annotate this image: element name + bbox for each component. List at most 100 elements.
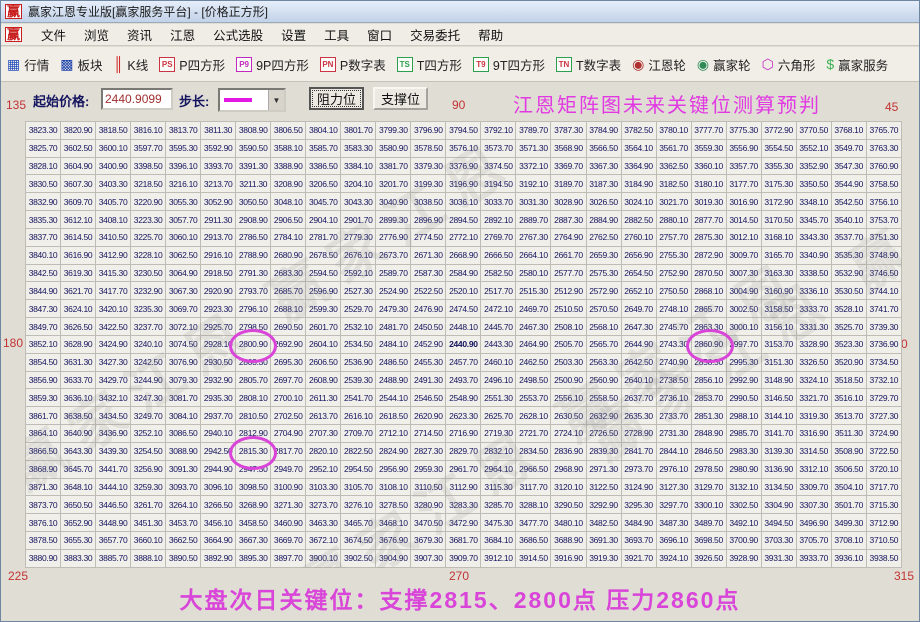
toolbar-button-江恩轮[interactable]: ◉ 江恩轮 [632, 55, 686, 74]
grid-cell: 2988.10 [725, 406, 762, 426]
grid-cell: 2731.30 [655, 424, 692, 443]
ps-square-icon: PS [159, 56, 176, 72]
grid-cell: 2676.10 [340, 245, 377, 265]
grid-cell: 2911.30 [200, 210, 237, 229]
grid-cell: 2760.10 [620, 227, 657, 247]
start-price-input[interactable] [101, 88, 173, 110]
grid-cell: 3544.90 [830, 174, 867, 194]
toolbar-button-9P四方形[interactable]: P9 9P四方形 [236, 55, 309, 74]
start-price-label: 起始价格: [33, 94, 90, 109]
grid-cell: 2524.90 [375, 281, 412, 301]
grid-cell: 2647.30 [620, 317, 657, 336]
grid-cell: 2976.10 [655, 459, 692, 479]
toolbar-button-T四方形[interactable]: TS T四方形 [396, 55, 462, 74]
toolbar-button-T数字表[interactable]: TN T数字表 [555, 55, 621, 74]
grid-cell: 3655.30 [60, 531, 97, 550]
grid-cell: 2536.90 [340, 352, 377, 372]
toolbar-button-板块[interactable]: ▩ 板块 [60, 55, 102, 74]
grid-cell: 3153.70 [760, 334, 797, 354]
grid-cell: 3847.30 [24, 299, 62, 319]
grid-cell: 2596.90 [305, 281, 342, 301]
grid-cell: 3218.50 [130, 174, 167, 194]
grid-cell: 2959.30 [410, 459, 447, 479]
grid-cell: 2692.90 [270, 334, 307, 354]
grid-cell: 3727.30 [865, 406, 903, 426]
grid-cell: 3777.70 [690, 121, 727, 140]
pn-table-icon: PN [319, 56, 336, 72]
grid-cell: 3496.90 [795, 513, 832, 533]
grid-cell: 3196.90 [445, 174, 482, 194]
grid-cell: 3412.90 [95, 245, 132, 265]
grid-cell: 3266.50 [200, 495, 237, 515]
toolbar-button-K线[interactable]: ║ K线 [114, 55, 149, 74]
grid-cell: 3820.90 [60, 121, 97, 140]
grid-cell: 2685.70 [270, 281, 307, 301]
grid-cell: 3288.10 [515, 495, 552, 515]
grid-cell: 3885.70 [95, 548, 132, 569]
grid-cell: 3216.10 [165, 174, 202, 194]
grid-cell: 3084.10 [165, 406, 202, 426]
grid-cell: 3026.50 [585, 192, 622, 212]
grid-cell: 3775.30 [725, 121, 762, 140]
toolbar-button-赢家轮[interactable]: ◉ 赢家轮 [697, 55, 751, 74]
grid-cell: 3720.10 [865, 459, 903, 479]
toolbar-button-六角形[interactable]: ⬡ 六角形 [762, 55, 816, 74]
grid-cell: 3146.50 [760, 388, 797, 408]
menu-item[interactable]: 窗口 [358, 23, 401, 46]
toolbar-button-赢家服务[interactable]: $ 赢家服务 [826, 55, 888, 74]
grid-cell: 2716.90 [445, 424, 482, 443]
toolbar-button-label: 行情 [24, 58, 50, 73]
menu-item[interactable]: 江恩 [161, 23, 204, 46]
grid-cell: 2839.30 [585, 441, 622, 461]
grid-cell: 3804.10 [305, 121, 342, 140]
toolbar-button-9T四方形[interactable]: T9 9T四方形 [472, 55, 545, 74]
grid-cell: 3060.10 [165, 227, 202, 247]
grid-cell: 3621.70 [60, 281, 97, 301]
grid-cell: 3926.50 [690, 548, 727, 569]
menu-item[interactable]: 资讯 [118, 23, 161, 46]
toolbar-button-P数字表[interactable]: PN P数字表 [319, 55, 386, 74]
grid-cell: 3110.50 [410, 477, 447, 497]
menu-item[interactable]: 工具 [315, 23, 358, 46]
grid-cell: 3672.10 [305, 531, 342, 550]
grid-cell: 2877.70 [690, 210, 727, 229]
grid-cell: 3201.70 [375, 174, 412, 194]
step-dropdown[interactable]: ▼ [218, 88, 286, 112]
grid-cell: 3650.50 [60, 495, 97, 515]
grid-cell: 3465.70 [340, 513, 377, 533]
grid-cell: 3756.10 [865, 192, 903, 212]
dropdown-arrow-icon[interactable]: ▼ [268, 90, 284, 110]
grid-cell: 3134.50 [760, 477, 797, 497]
toolbar-button-行情[interactable]: ▦ 行情 [7, 55, 49, 74]
grid-cell: 2452.90 [410, 334, 447, 354]
menu-item[interactable]: 文件 [32, 23, 75, 46]
grid-cell: 2863.30 [690, 317, 727, 336]
grid-cell: 3117.70 [515, 477, 552, 497]
grid-cell: 2589.70 [375, 263, 412, 283]
grid-cell: 3739.30 [865, 317, 903, 336]
support-button[interactable]: 支撑位 [373, 87, 429, 110]
grid-cell: 2971.30 [585, 459, 622, 479]
menu-item[interactable]: 交易委托 [401, 23, 469, 46]
menu-item[interactable]: 公式选股 [204, 23, 272, 46]
grid-cell: 2961.70 [445, 459, 482, 479]
grid-cell: 2529.70 [340, 299, 377, 319]
grid-cell: 3897.70 [270, 548, 307, 569]
grid-cell: 2884.90 [585, 210, 622, 229]
grid-cell: 3408.10 [95, 210, 132, 229]
grid-cell: 2954.50 [340, 459, 377, 479]
toolbar-button-P四方形[interactable]: PS P四方形 [159, 55, 225, 74]
menu-item[interactable]: 帮助 [469, 23, 512, 46]
grid-cell: 3324.10 [795, 370, 832, 390]
grid-cell: 3602.50 [60, 138, 97, 158]
grid-cell: 3069.70 [165, 299, 202, 319]
resistance-button[interactable]: 阻力位 [309, 87, 365, 110]
grid-cell: 3321.70 [795, 388, 832, 408]
grid-cell: 3938.50 [865, 548, 903, 569]
menu-item[interactable]: 设置 [272, 23, 315, 46]
grid-cell: 2973.70 [620, 459, 657, 479]
grid-cell: 2918.50 [200, 263, 237, 283]
grid-cell: 3916.90 [550, 548, 587, 569]
grid-cell: 3494.50 [760, 513, 797, 533]
menu-item[interactable]: 浏览 [75, 23, 118, 46]
